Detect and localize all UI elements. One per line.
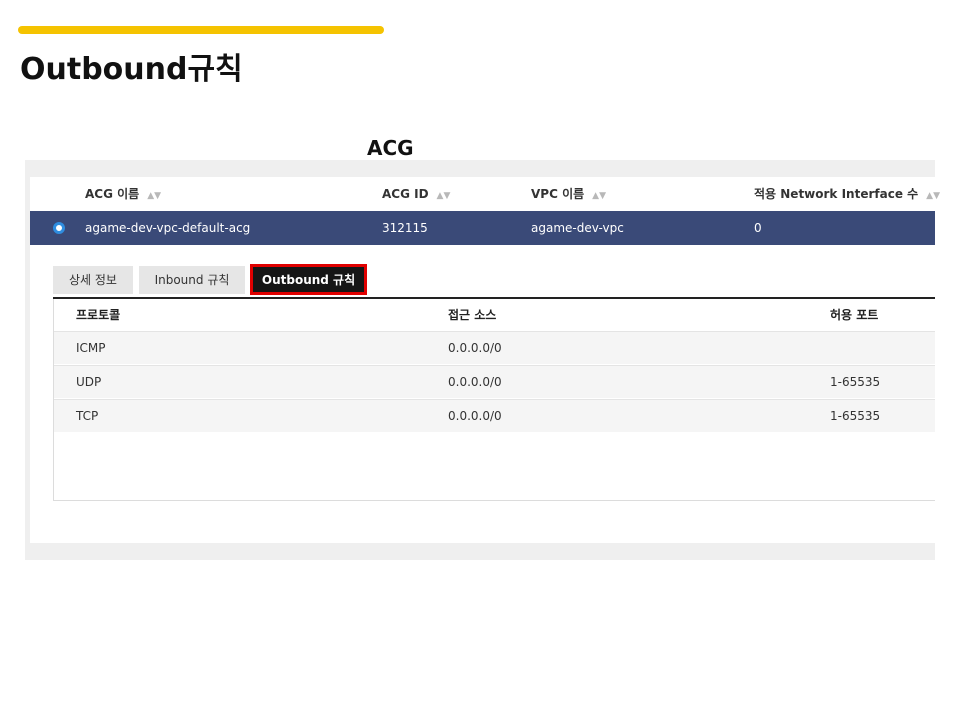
table-row: TCP 0.0.0.0/0 1-65535: [54, 399, 935, 432]
column-header-label: 적용 Network Interface 수: [754, 187, 919, 201]
column-header-label: VPC 이름: [531, 187, 585, 201]
table-row: ICMP 0.0.0.0/0: [54, 331, 935, 364]
slide-title: Outbound규칙: [20, 52, 243, 87]
port-cell: 1-65535: [830, 375, 881, 389]
detail-tabs: 상세 정보 Inbound 규칙 Outbound 규칙: [53, 264, 935, 298]
column-header-protocol: 프로토콜: [76, 308, 121, 322]
rules-table-header: 프로토콜 접근 소스 허용 포트: [54, 299, 935, 331]
protocol-cell: ICMP: [76, 341, 106, 355]
acg-table-row-selected[interactable]: agame-dev-vpc-default-acg 312115 agame-d…: [30, 211, 935, 245]
protocol-cell: TCP: [76, 409, 99, 423]
column-header-nic-count[interactable]: 적용 Network Interface 수 ▲▼: [754, 177, 940, 211]
vpc-name-cell: agame-dev-vpc: [531, 221, 624, 235]
sort-icon[interactable]: ▲▼: [592, 191, 606, 201]
source-cell: 0.0.0.0/0: [448, 375, 502, 389]
acg-table-header: ACG 이름 ▲▼ ACG ID ▲▼ VPC 이름 ▲▼ 적용 Network In…: [30, 177, 940, 211]
screenshot-caption: ACG: [367, 136, 414, 160]
column-header-port: 허용 포트: [830, 308, 879, 322]
acg-id-cell: 312115: [382, 221, 428, 235]
console-screenshot: ACG 이름 ▲▼ ACG ID ▲▼ VPC 이름 ▲▼ 적용 Network In…: [25, 160, 940, 560]
source-cell: 0.0.0.0/0: [448, 409, 502, 423]
tab-outbound-rules[interactable]: Outbound 규칙: [253, 266, 364, 294]
row-radio-selected[interactable]: [53, 222, 65, 234]
column-header-vpc-name[interactable]: VPC 이름 ▲▼: [531, 177, 606, 211]
acg-name-cell: agame-dev-vpc-default-acg: [85, 221, 251, 235]
port-cell: 1-65535: [830, 409, 881, 423]
column-header-acg-id[interactable]: ACG ID ▲▼: [382, 177, 450, 211]
column-header-source: 접근 소스: [448, 308, 497, 322]
tab-details[interactable]: 상세 정보: [53, 266, 133, 294]
outbound-rules-table: 프로토콜 접근 소스 허용 포트 ICMP 0.0.0.0/0 UDP 0.0.…: [53, 299, 935, 501]
column-header-acg-name[interactable]: ACG 이름 ▲▼: [85, 177, 161, 211]
sort-icon[interactable]: ▲▼: [926, 191, 940, 201]
column-header-label: ACG 이름: [85, 187, 140, 201]
protocol-cell: UDP: [76, 375, 102, 389]
column-header-label: ACG ID: [382, 187, 429, 201]
sort-icon[interactable]: ▲▼: [437, 191, 451, 201]
source-cell: 0.0.0.0/0: [448, 341, 502, 355]
nic-count-cell: 0: [754, 221, 762, 235]
sort-icon[interactable]: ▲▼: [147, 191, 161, 201]
table-row: UDP 0.0.0.0/0 1-65535: [54, 365, 935, 398]
acg-panel: ACG 이름 ▲▼ ACG ID ▲▼ VPC 이름 ▲▼ 적용 Network In…: [30, 177, 940, 543]
title-accent-bar: [18, 26, 384, 34]
tab-inbound-rules[interactable]: Inbound 규칙: [139, 266, 245, 294]
